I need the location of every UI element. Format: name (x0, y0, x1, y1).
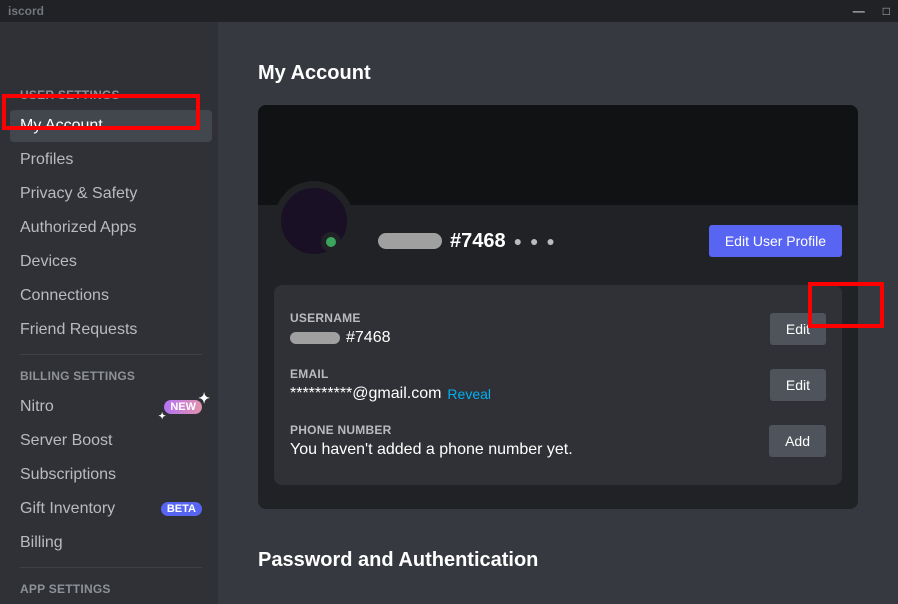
beta-badge: BETA (161, 502, 202, 516)
masked-email: **********@gmail.com (290, 385, 441, 403)
status-online-icon (321, 232, 341, 252)
main-content: My Account #7468 ● ● ● Edit User Profile (218, 22, 898, 604)
field-value: You haven't added a phone number yet. (290, 441, 769, 459)
sidebar-item-server-boost[interactable]: Server Boost (10, 425, 212, 457)
sidebar-item-authorized-apps[interactable]: Authorized Apps (10, 212, 212, 244)
app-name-label: iscord (8, 4, 44, 18)
sidebar-item-label: Authorized Apps (20, 219, 137, 237)
field-label: USERNAME (290, 311, 770, 325)
sidebar-item-gift-inventory[interactable]: Gift Inventory BETA (10, 493, 212, 525)
discriminator: #7468 (346, 329, 391, 347)
sidebar-item-label: Subscriptions (20, 466, 116, 484)
sidebar-item-profiles[interactable]: Profiles (10, 144, 212, 176)
sidebar-item-label: My Account (20, 117, 103, 135)
edit-username-button[interactable]: Edit (770, 313, 826, 345)
field-value: **********@gmail.com Reveal (290, 385, 770, 403)
sidebar-item-nitro[interactable]: Nitro NEW (10, 391, 212, 423)
profile-card: #7468 ● ● ● Edit User Profile USERNAME #… (258, 105, 858, 509)
sidebar-item-label: Gift Inventory (20, 500, 115, 518)
sidebar-item-label: Nitro (20, 398, 54, 416)
masked-username (378, 233, 442, 249)
edit-email-button[interactable]: Edit (770, 369, 826, 401)
account-fields-card: USERNAME #7468 Edit EMAIL ***** (274, 285, 842, 485)
sidebar-item-friend-requests[interactable]: Friend Requests (10, 314, 212, 346)
field-value: #7468 (290, 329, 770, 347)
reveal-email-link[interactable]: Reveal (447, 386, 491, 402)
sidebar-item-label: Server Boost (20, 432, 112, 450)
field-label: EMAIL (290, 367, 770, 381)
page-title: My Account (258, 62, 858, 85)
sidebar-item-label: Devices (20, 253, 77, 271)
sidebar-divider (20, 354, 202, 355)
minimize-icon[interactable]: — (853, 4, 865, 18)
sidebar-item-devices[interactable]: Devices (10, 246, 212, 278)
new-badge: NEW (164, 400, 202, 414)
sidebar-item-label: Billing (20, 534, 63, 552)
sidebar-item-label: Friend Requests (20, 321, 137, 339)
field-row-username: USERNAME #7468 Edit (290, 301, 826, 357)
masked-username (290, 332, 340, 344)
sidebar-item-subscriptions[interactable]: Subscriptions (10, 459, 212, 491)
password-auth-title: Password and Authentication (258, 549, 858, 572)
sidebar-header-app: APP SETTINGS (10, 576, 212, 602)
more-options-icon[interactable]: ● ● ● (514, 233, 557, 249)
settings-sidebar: USER SETTINGS My Account Profiles Privac… (0, 22, 218, 604)
sidebar-item-label: Profiles (20, 151, 73, 169)
username-display: #7468 ● ● ● (378, 230, 557, 253)
sidebar-item-my-account[interactable]: My Account (10, 110, 212, 142)
edit-user-profile-button[interactable]: Edit User Profile (709, 225, 842, 257)
window-controls: — □ (853, 4, 890, 18)
titlebar: iscord — □ (0, 0, 898, 22)
field-row-phone: PHONE NUMBER You haven't added a phone n… (290, 413, 826, 469)
field-row-email: EMAIL **********@gmail.com Reveal Edit (290, 357, 826, 413)
sidebar-item-billing[interactable]: Billing (10, 527, 212, 559)
sidebar-divider (20, 567, 202, 568)
maximize-icon[interactable]: □ (883, 4, 890, 18)
sidebar-header-billing: BILLING SETTINGS (10, 363, 212, 389)
sidebar-item-privacy-safety[interactable]: Privacy & Safety (10, 178, 212, 210)
sidebar-item-label: Connections (20, 287, 109, 305)
sidebar-item-connections[interactable]: Connections (10, 280, 212, 312)
avatar[interactable] (274, 181, 354, 261)
discriminator: #7468 (450, 230, 506, 253)
add-phone-button[interactable]: Add (769, 425, 826, 457)
sidebar-item-label: Privacy & Safety (20, 185, 137, 203)
sidebar-header-user: USER SETTINGS (10, 82, 212, 108)
field-label: PHONE NUMBER (290, 423, 769, 437)
profile-banner (258, 105, 858, 205)
